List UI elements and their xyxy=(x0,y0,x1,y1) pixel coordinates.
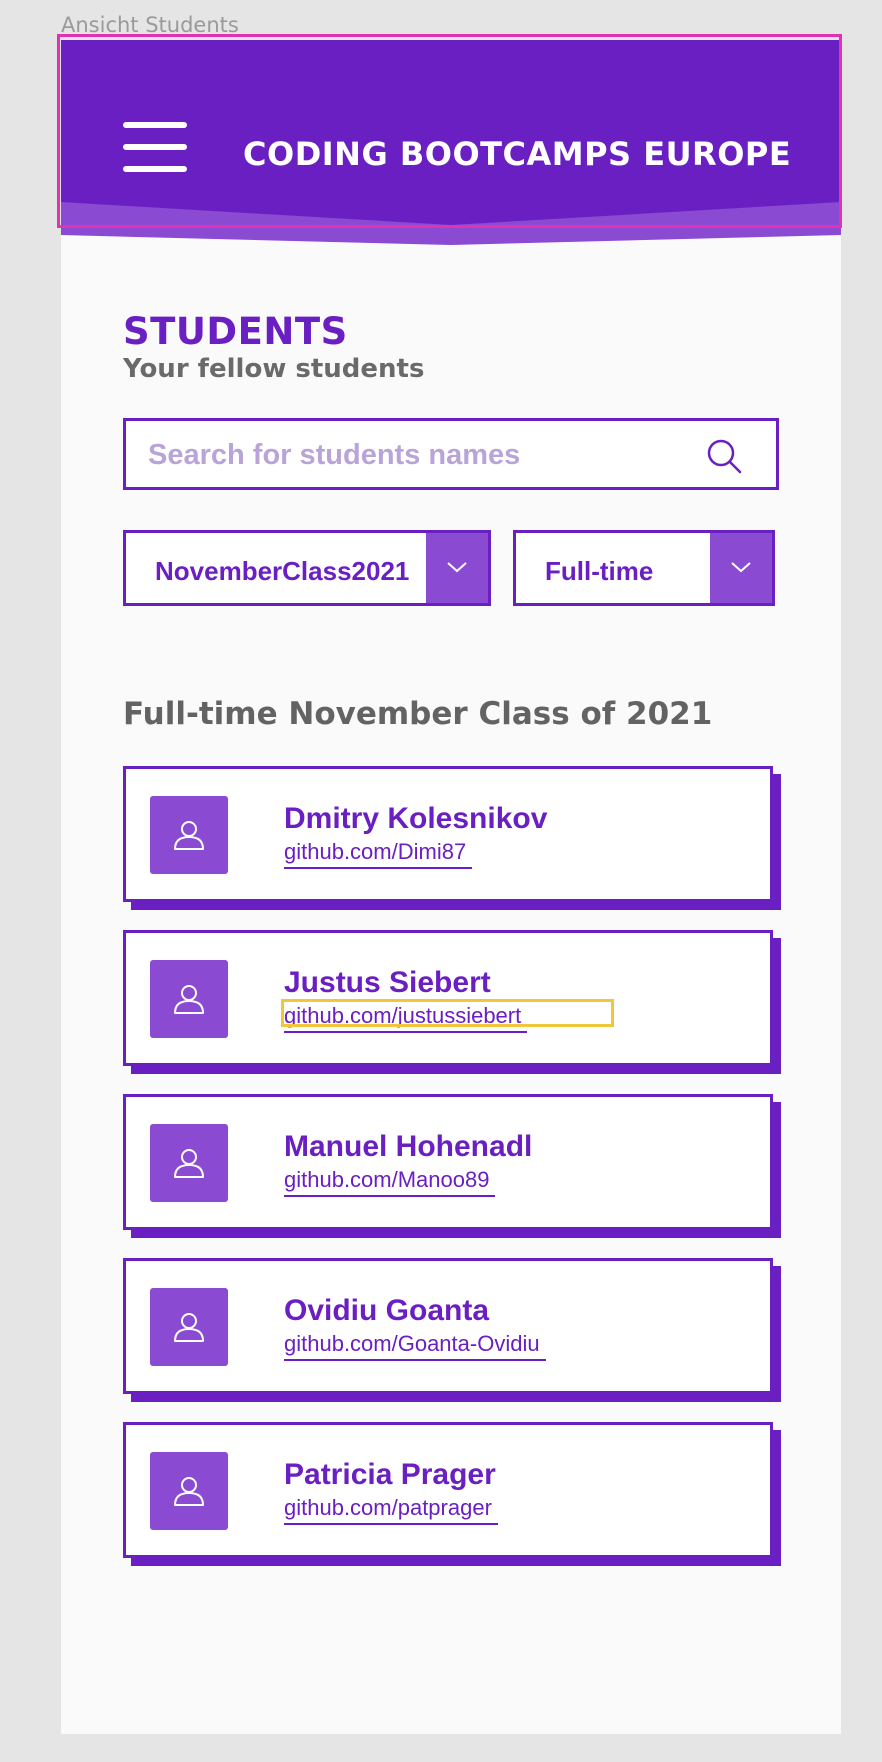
user-icon xyxy=(174,1149,204,1178)
student-card[interactable]: Dmitry Kolesnikov github.com/Dimi87 xyxy=(123,766,773,902)
class-dropdown[interactable]: NovemberClass2021 xyxy=(123,530,491,606)
student-card[interactable]: Ovidiu Goanta github.com/Goanta-Ovidiu xyxy=(123,1258,773,1394)
avatar xyxy=(150,1288,228,1366)
page-subtitle: Your fellow students xyxy=(123,354,425,384)
student-name: Dmitry Kolesnikov xyxy=(284,802,548,835)
students-screen: CODING BOOTCAMPS EUROPE STUDENTS Your fe… xyxy=(57,34,842,1734)
hamburger-menu-icon[interactable] xyxy=(123,122,187,172)
student-name: Ovidiu Goanta xyxy=(284,1294,490,1327)
student-card[interactable]: Justus Siebert github.com/justussiebert xyxy=(123,930,773,1066)
search-icon[interactable] xyxy=(704,437,744,477)
student-card[interactable]: Manuel Hohenadl github.com/Manoo89 xyxy=(123,1094,773,1230)
section-heading: Full-time November Class of 2021 xyxy=(123,696,713,732)
github-link[interactable]: github.com/justussiebert xyxy=(284,1003,528,1033)
chevron-down-icon xyxy=(447,562,467,573)
search-input[interactable] xyxy=(148,431,688,479)
avatar xyxy=(150,1452,228,1530)
user-icon xyxy=(174,1477,204,1506)
page-title: STUDENTS xyxy=(123,310,348,353)
chevron-down-icon xyxy=(731,562,751,573)
app-header: CODING BOOTCAMPS EUROPE xyxy=(57,34,842,245)
avatar xyxy=(150,960,228,1038)
github-link[interactable]: github.com/Goanta-Ovidiu xyxy=(284,1331,546,1361)
type-dropdown-toggle[interactable] xyxy=(710,533,772,603)
user-icon xyxy=(174,821,204,850)
brand-title: CODING BOOTCAMPS EUROPE xyxy=(243,135,792,173)
frame-label: Ansicht Students xyxy=(61,13,239,37)
student-name: Manuel Hohenadl xyxy=(284,1130,533,1163)
user-icon xyxy=(174,985,204,1014)
type-dropdown-value: Full-time xyxy=(545,556,654,586)
search-box xyxy=(123,418,779,490)
student-name: Justus Siebert xyxy=(284,966,491,999)
github-link[interactable]: github.com/Dimi87 xyxy=(284,839,473,869)
avatar xyxy=(150,1124,228,1202)
student-name: Patricia Prager xyxy=(284,1458,496,1491)
type-dropdown[interactable]: Full-time xyxy=(513,530,775,606)
avatar xyxy=(150,796,228,874)
user-icon xyxy=(174,1313,204,1342)
student-card[interactable]: Patricia Prager github.com/patprager xyxy=(123,1422,773,1558)
class-dropdown-value: NovemberClass2021 xyxy=(155,556,410,586)
github-link[interactable]: github.com/patprager xyxy=(284,1495,498,1525)
class-dropdown-toggle[interactable] xyxy=(426,533,488,603)
github-link[interactable]: github.com/Manoo89 xyxy=(284,1167,496,1197)
